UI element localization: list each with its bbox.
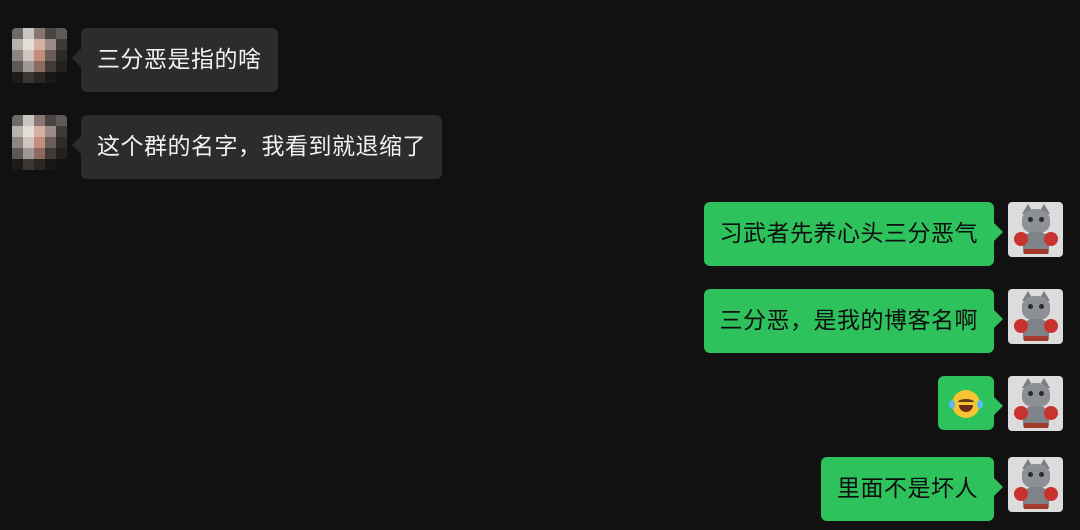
message-row: 这个群的名字，我看到就退缩了 <box>0 115 1080 179</box>
message-bubble-outgoing[interactable]: 三分恶，是我的博客名啊 <box>703 289 1003 353</box>
message-row: 里面不是坏人 <box>0 457 1080 521</box>
my-avatar[interactable] <box>1008 289 1063 344</box>
message-bubble-incoming[interactable]: 三分恶是指的啥 <box>72 28 278 92</box>
message-row <box>0 376 1080 431</box>
my-avatar[interactable] <box>1008 457 1063 512</box>
message-row: 三分恶，是我的博客名啊 <box>0 289 1080 353</box>
message-bubble-outgoing[interactable]: 习武者先养心头三分恶气 <box>703 202 1003 266</box>
chat-conversation: 三分恶是指的啥 这个群的名字，我看到就退缩了 习武者先养心头三分恶气 三分恶，是… <box>0 0 1080 530</box>
my-avatar[interactable] <box>1008 376 1063 431</box>
message-row: 三分恶是指的啥 <box>0 28 1080 92</box>
blurred-avatar-image <box>12 115 67 170</box>
boxing-cat-avatar-image <box>1008 289 1063 344</box>
rolling-on-floor-laughing-emoji-icon <box>949 389 983 418</box>
message-row: 习武者先养心头三分恶气 <box>0 202 1080 266</box>
contact-avatar[interactable] <box>12 28 67 83</box>
boxing-cat-avatar-image <box>1008 376 1063 431</box>
message-bubble-incoming[interactable]: 这个群的名字，我看到就退缩了 <box>72 115 442 179</box>
my-avatar[interactable] <box>1008 202 1063 257</box>
blurred-avatar-image <box>12 28 67 83</box>
message-bubble-outgoing[interactable] <box>938 376 1003 430</box>
boxing-cat-avatar-image <box>1008 202 1063 257</box>
boxing-cat-avatar-image <box>1008 457 1063 512</box>
message-text: 习武者先养心头三分恶气 <box>719 221 978 247</box>
message-text: 三分恶，是我的博客名啊 <box>719 308 978 334</box>
message-text: 里面不是坏人 <box>837 476 978 502</box>
message-text: 三分恶是指的啥 <box>97 47 262 73</box>
message-bubble-outgoing[interactable]: 里面不是坏人 <box>821 457 1003 521</box>
contact-avatar[interactable] <box>12 115 67 170</box>
message-text: 这个群的名字，我看到就退缩了 <box>97 134 426 160</box>
